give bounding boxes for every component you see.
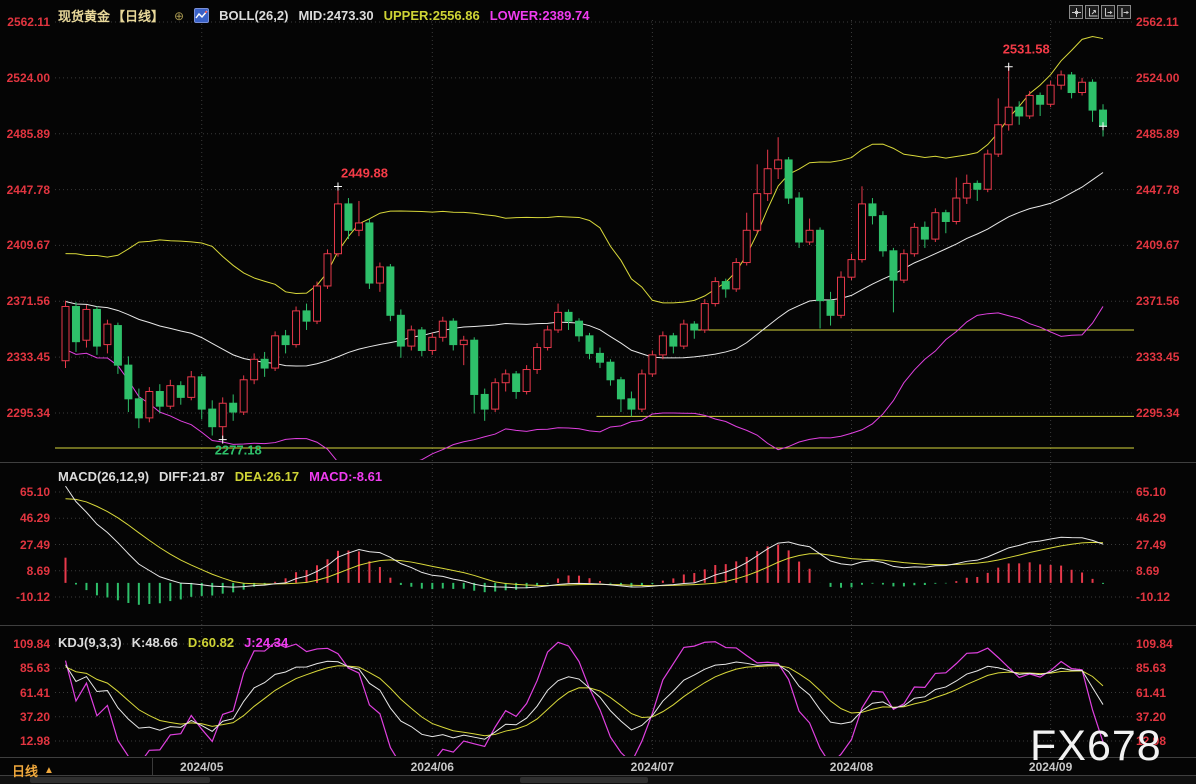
boll-label: BOLL(26,2) [219, 8, 289, 23]
axis-tick-label-left: 37.20 [19, 709, 50, 724]
macd-macd-value: MACD:-8.61 [309, 469, 383, 484]
scroll-to-latest-button[interactable] [1117, 5, 1131, 19]
axis-tick-label-left: 27.49 [19, 537, 50, 552]
indicator-icon[interactable] [194, 8, 210, 23]
chart-root: 2449.88 2531.58 2277.18 现货黄金 【日线】 ⊕ BOLL(2… [0, 0, 1196, 784]
period-tab-label: 日线 [12, 764, 39, 779]
axis-tick-label-right: 2485.89 [1136, 126, 1180, 141]
kdj-j-value: J:24.34 [244, 635, 289, 650]
axis-tick-label-left: 8.69 [26, 563, 50, 578]
chart-toolbar [1069, 5, 1131, 19]
axis-tick-label-right: 2562.11 [1136, 15, 1179, 29]
kdj-k-value: K:48.66 [131, 635, 178, 650]
watermark: FX678 [1030, 722, 1162, 770]
axis-tick-label-right: 27.49 [1136, 537, 1167, 552]
link-icon[interactable]: ⊕ [174, 9, 184, 23]
price-annotation: 2449.88 [341, 165, 388, 180]
axis-tick-label-left: 85.63 [19, 661, 50, 676]
period-tab-daily[interactable]: 日线 ▲ [6, 760, 60, 781]
axis-tick-label-right: 65.10 [1136, 485, 1167, 499]
axis-tick-label-left: -10.12 [15, 590, 50, 604]
zoom-y-axis-button[interactable] [1085, 5, 1099, 19]
axis-tick-label-left: 109.84 [13, 637, 50, 651]
zoom-x-axis-button[interactable] [1101, 5, 1115, 19]
price-annotation: 2531.58 [1003, 42, 1050, 57]
axis-tick-label-left: 61.41 [19, 685, 50, 700]
symbol-name: 现货黄金 [58, 9, 111, 24]
chart-header: 现货黄金 【日线】 ⊕ BOLL(26,2) MID:2473.30 UPPER… [58, 6, 589, 25]
axis-tick-label-right: 2447.78 [1136, 182, 1180, 197]
axis-tick-label-left: 2447.78 [6, 182, 50, 197]
boll-upper-value: UPPER:2556.86 [383, 8, 480, 23]
axis-tick-label-right: 2295.34 [1136, 406, 1180, 420]
axis-tick-label-left: 2371.56 [6, 294, 50, 309]
axis-tick-label-right: 46.29 [1136, 511, 1167, 526]
axis-tick-label-left: 2295.34 [6, 406, 50, 420]
tab-divider [152, 757, 153, 775]
axis-tick-label-right: 2371.56 [1136, 294, 1180, 309]
axis-tick-label-right: 8.69 [1136, 563, 1160, 578]
axis-tick-label-left: 65.10 [19, 485, 50, 499]
price-annotation: 2277.18 [215, 443, 262, 458]
axis-tick-label-right: 61.41 [1136, 685, 1167, 700]
axis-tick-label-right: 109.84 [1136, 637, 1173, 651]
axis-tick-label-left: 2333.45 [6, 350, 50, 365]
kdj-d-value: D:60.82 [187, 635, 235, 650]
pan-tool-button[interactable] [1069, 5, 1083, 19]
macd-header: MACD(26,12,9) DIFF:21.87 DEA:26.17 MACD:… [58, 469, 382, 484]
period-label: 【日线】 [112, 9, 165, 24]
axis-tick-label-right: 85.63 [1136, 661, 1167, 676]
chevron-up-icon: ▲ [44, 765, 54, 776]
axis-tick-label-left: 2409.67 [6, 238, 50, 253]
axis-tick-label-left: 2562.11 [7, 15, 50, 29]
axis-tick-label-right: 2524.00 [1136, 70, 1180, 85]
axis-tick-label-left: 2485.89 [6, 126, 50, 141]
bottom-bar [0, 757, 1196, 776]
macd-dea-value: DEA:26.17 [234, 469, 300, 484]
boll-mid-value: MID:2473.30 [298, 8, 374, 23]
kdj-label: KDJ(9,3,3) [58, 635, 122, 650]
horizontal-scrollbar[interactable] [0, 776, 1196, 784]
axis-tick-label-left: 12.98 [19, 734, 50, 748]
axis-tick-label-right: -10.12 [1136, 590, 1171, 604]
separator-main-macd [0, 462, 1196, 463]
axis-tick-label-left: 2524.00 [6, 70, 50, 85]
macd-diff-value: DIFF:21.87 [159, 469, 225, 484]
boll-lower-value: LOWER:2389.74 [489, 8, 590, 23]
scrollbar-handle[interactable] [520, 777, 648, 783]
axis-tick-label-left: 46.29 [19, 511, 50, 526]
separator-macd-kdj [0, 625, 1196, 626]
main-chart-canvas[interactable]: 2449.88 2531.58 2277.18 [0, 0, 1196, 784]
axis-tick-label-right: 2409.67 [1136, 238, 1180, 253]
kdj-header: KDJ(9,3,3) K:48.66 D:60.82 J:24.34 [58, 635, 288, 650]
axis-tick-label-right: 2333.45 [1136, 350, 1180, 365]
macd-label: MACD(26,12,9) [58, 469, 150, 484]
